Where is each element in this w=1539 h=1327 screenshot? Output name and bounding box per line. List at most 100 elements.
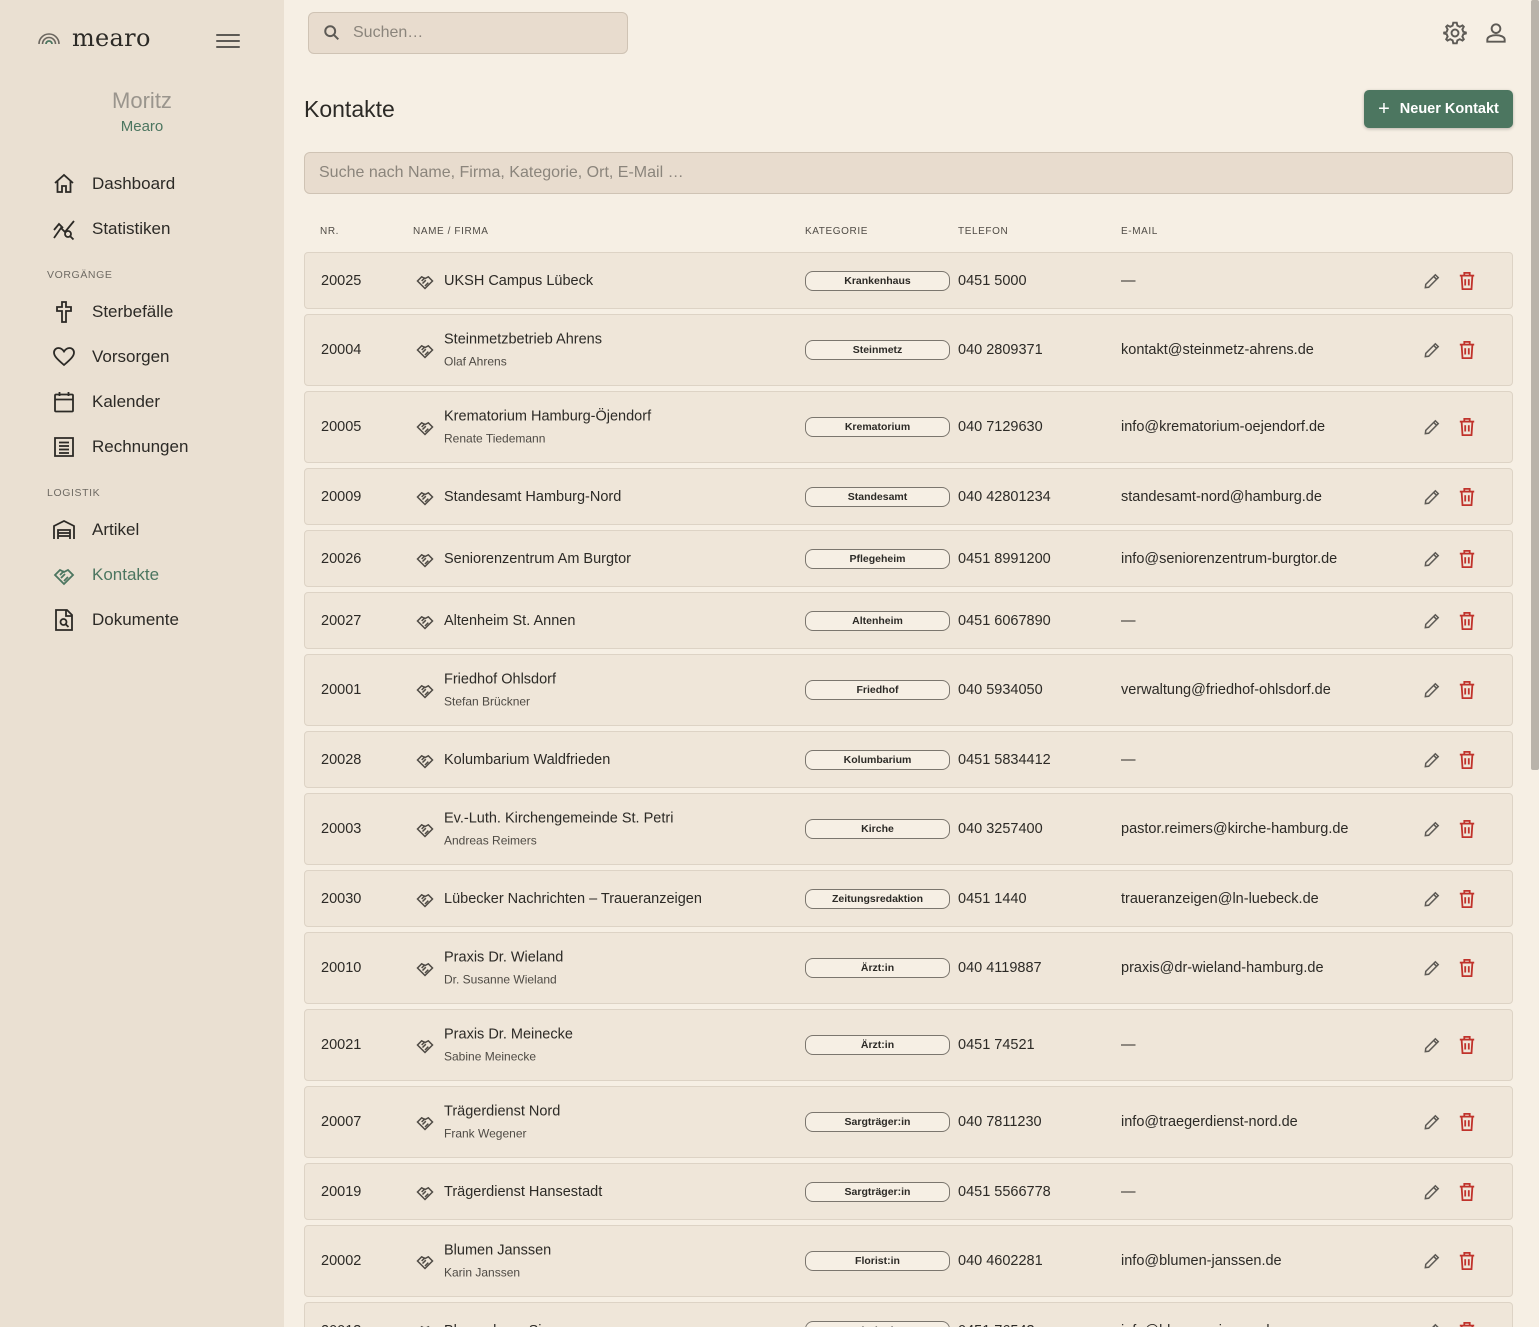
contact-name-cell[interactable]: UKSH Campus Lübeck	[444, 273, 593, 289]
contact-filter[interactable]	[304, 152, 1513, 194]
contact-name-cell[interactable]: Blumenhaus Sievers	[444, 1323, 577, 1327]
trash-icon[interactable]	[1458, 340, 1476, 360]
edit-icon[interactable]	[1422, 750, 1442, 770]
trash-icon[interactable]	[1458, 680, 1476, 700]
edit-icon[interactable]	[1422, 1251, 1442, 1271]
contact-name-cell[interactable]: Steinmetzbetrieb Ahrens Olaf Ahrens	[444, 332, 602, 369]
edit-icon[interactable]	[1422, 417, 1442, 437]
edit-icon[interactable]	[1422, 1112, 1442, 1132]
edit-icon[interactable]	[1422, 1182, 1442, 1202]
global-search-input[interactable]	[353, 24, 593, 42]
edit-icon[interactable]	[1422, 1035, 1442, 1055]
table-row[interactable]: 20030 Lübecker Nachrichten – Traueranzeig…	[304, 870, 1513, 927]
table-row[interactable]: 20019 Trägerdienst Hansestadt Sargträger:i…	[304, 1163, 1513, 1220]
table-row[interactable]: 20005 Krematorium Hamburg-Öjendorf Renate …	[304, 391, 1513, 463]
contact-name: Blumenhaus Sievers	[444, 1323, 577, 1327]
trash-icon[interactable]	[1458, 487, 1476, 507]
contact-name-cell[interactable]: Praxis Dr. Meinecke Sabine Meinecke	[444, 1027, 573, 1064]
edit-icon[interactable]	[1422, 340, 1442, 360]
table-row[interactable]: 20025 UKSH Campus Lübeck Krankenhaus 0451 5…	[304, 252, 1513, 309]
page-title: Kontakte	[304, 96, 395, 122]
contact-name-cell[interactable]: Krematorium Hamburg-Öjendorf Renate Tiede…	[444, 409, 651, 446]
edit-icon[interactable]	[1422, 819, 1442, 839]
document-search-icon	[55, 609, 73, 631]
edit-icon[interactable]	[1422, 611, 1442, 631]
handshake-icon	[416, 344, 434, 359]
table-row[interactable]: 20013 Blumenhaus Sievers Florist:in 0451 76…	[304, 1302, 1513, 1327]
edit-icon[interactable]	[1422, 487, 1442, 507]
user-org: Mearo	[120, 118, 164, 135]
trash-icon[interactable]	[1458, 889, 1476, 909]
trash-icon[interactable]	[1458, 1321, 1476, 1327]
contact-name-cell[interactable]: Praxis Dr. Wieland Dr. Susanne Wieland	[444, 950, 563, 987]
nav-label: Dokumente	[92, 610, 179, 629]
nav-item-documents[interactable]: Dokumente	[52, 602, 262, 638]
nav-item-contacts[interactable]: Kontakte	[52, 557, 262, 593]
edit-icon[interactable]	[1422, 958, 1442, 978]
handshake-icon	[419, 1325, 431, 1327]
contact-name-cell[interactable]: Blumen Janssen Karin Janssen	[444, 1243, 551, 1280]
contact-filter-input[interactable]	[319, 164, 1512, 182]
edit-icon[interactable]	[1422, 549, 1442, 569]
trash-icon[interactable]	[1458, 1182, 1476, 1202]
table-row[interactable]: 20026 Seniorenzentrum Am Burgtor Pflegehei…	[304, 530, 1513, 587]
contact-name-cell[interactable]: Altenheim St. Annen	[444, 613, 575, 629]
trash-icon[interactable]	[1458, 750, 1476, 770]
nav-item-dashboard[interactable]: Dashboard	[52, 166, 262, 202]
nav-item-deaths[interactable]: Sterbefälle	[52, 294, 262, 330]
edit-icon[interactable]	[1422, 889, 1442, 909]
new-contact-button[interactable]: + Neuer Kontakt	[1364, 90, 1513, 128]
global-search[interactable]	[308, 12, 628, 54]
contact-name-cell[interactable]: Trägerdienst Hansestadt	[444, 1184, 602, 1200]
nav-item-articles[interactable]: Artikel	[52, 512, 262, 548]
table-row[interactable]: 20004 Steinmetzbetrieb Ahrens Olaf Ahrens S…	[304, 314, 1513, 386]
search-icon	[324, 25, 340, 41]
trash-icon[interactable]	[1458, 1035, 1476, 1055]
handshake-icon	[416, 962, 434, 977]
contact-name-cell[interactable]: Lübecker Nachrichten – Traueranzeigen	[444, 891, 702, 907]
table-row[interactable]: 20028 Kolumbarium Waldfrieden Kolumbarium 0…	[304, 731, 1513, 788]
trash-icon[interactable]	[1458, 611, 1476, 631]
contact-name-cell[interactable]: Ev.-Luth. Kirchengemeinde St. Petri Andre…	[444, 811, 673, 848]
contact-phone: 0451 74521	[958, 1037, 1035, 1053]
contact-name-cell[interactable]: Seniorenzentrum Am Burgtor	[444, 551, 631, 567]
table-row[interactable]: 20003 Ev.-Luth. Kirchengemeinde St. Petri…	[304, 793, 1513, 865]
nav-item-provisions[interactable]: Vorsorgen	[52, 339, 262, 375]
contact-phone: 040 42801234	[958, 488, 1051, 505]
trash-icon[interactable]	[1458, 1112, 1476, 1132]
contact-name-cell[interactable]: Friedhof Ohlsdorf Stefan Brückner	[444, 672, 556, 709]
nav-item-invoices[interactable]: Rechnungen	[52, 429, 262, 465]
table-row[interactable]: 20021 Praxis Dr. Meinecke Sabine Meinecke Ä…	[304, 1009, 1513, 1081]
table-row[interactable]: 20010 Praxis Dr. Wieland Dr. Susanne Wiela…	[304, 932, 1513, 1004]
table-row[interactable]: 20001 Friedhof Ohlsdorf Stefan Brückner Fri…	[304, 654, 1513, 726]
trash-icon[interactable]	[1458, 819, 1476, 839]
edit-icon[interactable]	[1422, 271, 1442, 291]
hamburger-menu-icon[interactable]	[214, 30, 242, 54]
gear-icon[interactable]	[1442, 20, 1468, 46]
user-icon[interactable]	[1483, 20, 1509, 46]
category-badge: Altenheim	[805, 610, 950, 631]
edit-icon[interactable]	[1422, 680, 1442, 700]
contact-person: Dr. Susanne Wieland	[444, 972, 557, 987]
nav-item-calendar[interactable]: Kalender	[52, 384, 262, 420]
handshake-icon	[416, 1186, 434, 1201]
contact-phone: 0451 6067890	[958, 612, 1051, 629]
nav-item-statistics[interactable]: Statistiken	[52, 211, 262, 247]
edit-icon[interactable]	[1422, 1321, 1442, 1327]
contact-name-cell[interactable]: Trägerdienst Nord Frank Wegener	[444, 1104, 560, 1141]
trash-icon[interactable]	[1458, 271, 1476, 291]
scrollbar[interactable]	[1531, 0, 1539, 770]
contact-email: info@blumen-janssen.de	[1121, 1253, 1282, 1269]
user-info: Moritz Mearo	[0, 88, 284, 135]
brand[interactable]: mearo	[36, 24, 151, 52]
contact-name-cell[interactable]: Standesamt Hamburg-Nord	[444, 489, 621, 505]
table-row[interactable]: 20027 Altenheim St. Annen Altenheim 0451 60…	[304, 592, 1513, 649]
table-row[interactable]: 20007 Trägerdienst Nord Frank Wegener Sargt…	[304, 1086, 1513, 1158]
table-row[interactable]: 20002 Blumen Janssen Karin Janssen Florist:…	[304, 1225, 1513, 1297]
table-row[interactable]: 20009 Standesamt Hamburg-Nord Standesamt 04…	[304, 468, 1513, 525]
trash-icon[interactable]	[1458, 549, 1476, 569]
trash-icon[interactable]	[1458, 1251, 1476, 1271]
contact-name-cell[interactable]: Kolumbarium Waldfrieden	[444, 752, 610, 768]
trash-icon[interactable]	[1458, 958, 1476, 978]
trash-icon[interactable]	[1458, 417, 1476, 437]
